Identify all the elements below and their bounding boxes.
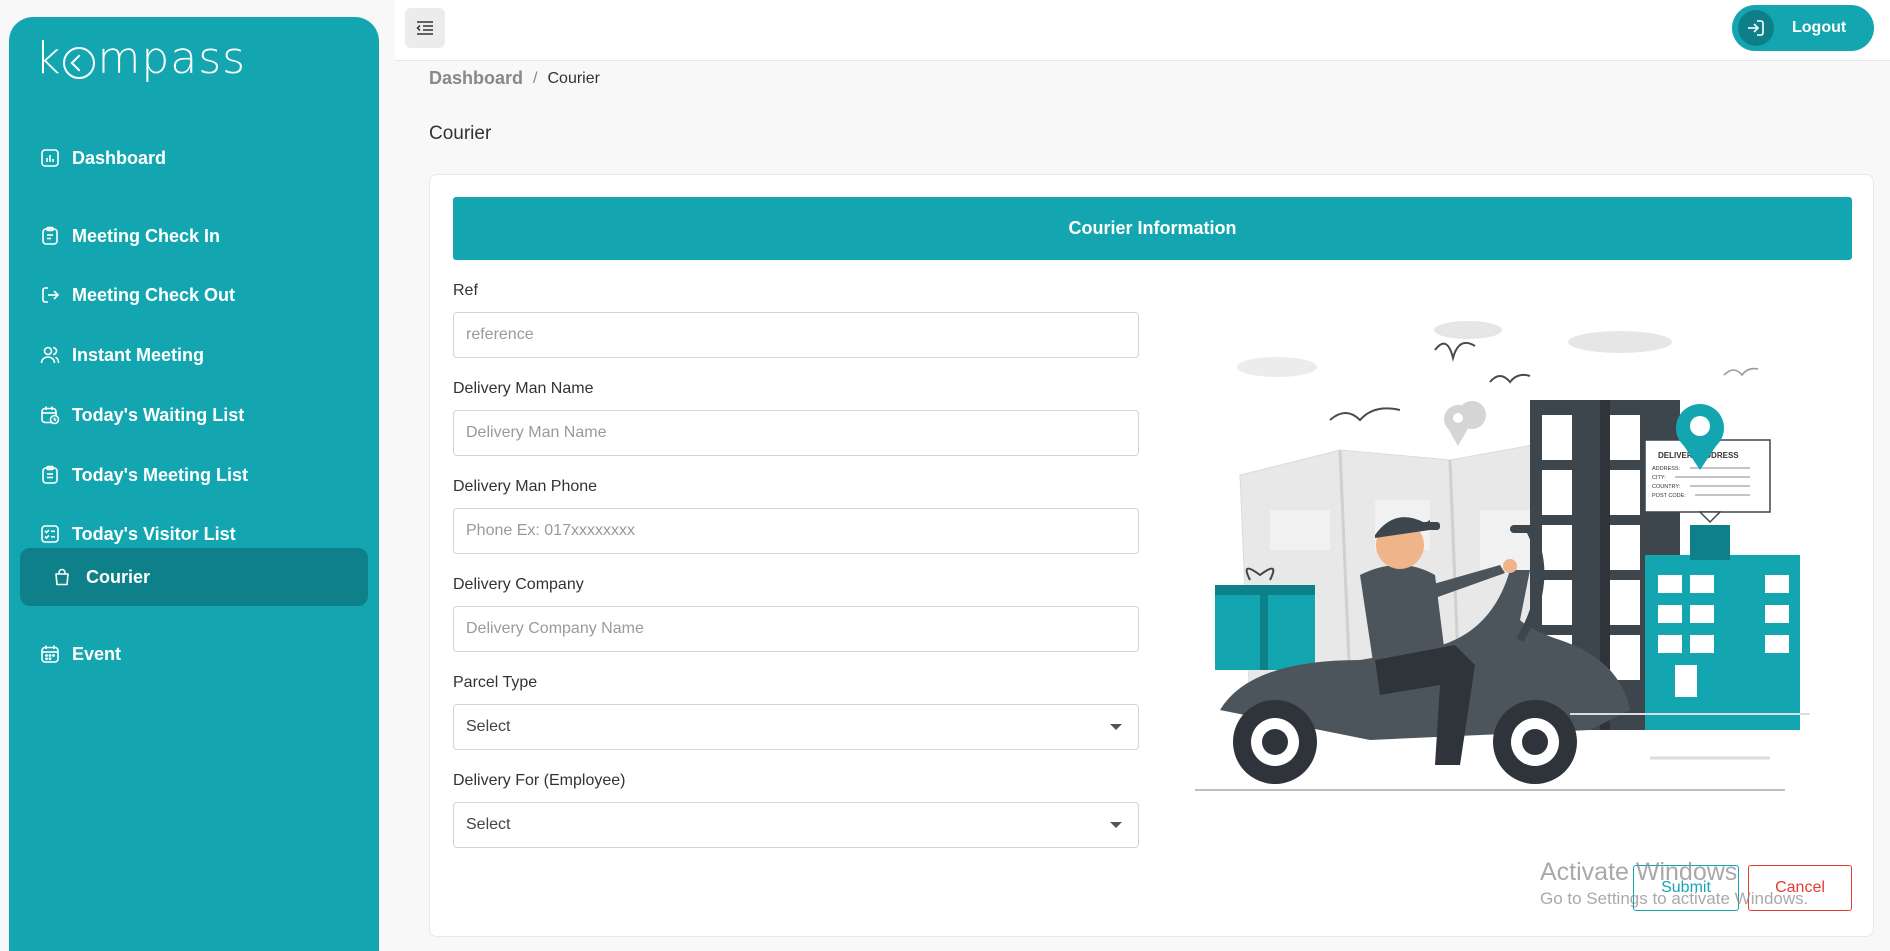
sidebar-item-label: Courier — [86, 566, 151, 587]
delivery-man-name-input[interactable] — [453, 410, 1139, 456]
chevron-down-icon — [1110, 724, 1122, 730]
delivery-man-phone-label: Delivery Man Phone — [453, 478, 598, 495]
delivery-for-select[interactable]: Select — [453, 802, 1139, 848]
courier-form-card: Courier Information Ref Delivery Man Nam… — [429, 174, 1874, 937]
logo-text-left: k — [35, 33, 62, 84]
ref-input[interactable] — [453, 312, 1139, 358]
sidebar-item-label: Instant Meeting — [72, 344, 205, 365]
sidebar-item-todays-meeting-list[interactable]: Today's Meeting List — [20, 446, 368, 504]
login-arrow-icon — [1738, 10, 1774, 46]
sidebar-item-meeting-check-in[interactable]: Meeting Check In — [20, 207, 368, 265]
courier-info-header: Courier Information — [453, 197, 1852, 260]
delivery-man-name-label: Delivery Man Name — [453, 380, 594, 397]
app-logo[interactable]: k mpass — [35, 33, 246, 84]
logout-button[interactable]: Logout — [1732, 5, 1874, 51]
page-title: Courier — [429, 123, 492, 144]
parcel-type-label: Parcel Type — [453, 674, 538, 691]
sidebar-item-label: Today's Visitor List — [72, 523, 236, 544]
indent-menu-icon — [416, 21, 433, 35]
sidebar-item-label: Today's Waiting List — [72, 404, 245, 425]
delivery-for-value: Select — [466, 816, 511, 833]
checklist-icon — [40, 524, 60, 544]
sidebar-item-label: Event — [72, 643, 122, 664]
sidebar-item-instant-meeting[interactable]: Instant Meeting — [20, 326, 368, 384]
parcel-type-value: Select — [466, 718, 511, 735]
users-icon — [40, 345, 60, 365]
sidebar-item-label: Meeting Check Out — [72, 284, 236, 305]
top-bar: Logout — [395, 0, 1890, 61]
delivery-for-label: Delivery For (Employee) — [453, 772, 626, 789]
logout-label: Logout — [1792, 19, 1847, 36]
sidebar-item-label: Today's Meeting List — [72, 464, 248, 485]
delivery-card-line: POST CODE: — [1652, 493, 1686, 499]
logo-text-right: mpass — [97, 33, 247, 84]
sidebar-item-dashboard[interactable]: Dashboard — [20, 129, 368, 187]
breadcrumb-separator: / — [533, 69, 538, 87]
sidebar: k mpass Dashboard Meeting Check In Meeti… — [9, 17, 379, 951]
sidebar-item-courier[interactable]: Courier — [20, 548, 368, 606]
breadcrumb: Dashboard / Courier — [429, 68, 600, 89]
menu-toggle-button[interactable] — [405, 8, 445, 48]
chart-icon — [40, 148, 60, 168]
ref-label: Ref — [453, 282, 478, 299]
delivery-card-line: CITY: — [1652, 475, 1666, 481]
calendar-icon — [40, 644, 60, 664]
delivery-card-line: ADDRESS: — [1652, 466, 1681, 472]
sidebar-item-todays-waiting-list[interactable]: Today's Waiting List — [20, 386, 368, 444]
sidebar-item-label: Dashboard — [72, 147, 167, 168]
delivery-company-input[interactable] — [453, 606, 1139, 652]
logo-compass-icon — [63, 46, 96, 79]
sidebar-item-label: Meeting Check In — [72, 225, 221, 246]
clipboard-list-icon — [40, 465, 60, 485]
breadcrumb-dashboard-link[interactable]: Dashboard — [429, 68, 523, 89]
submit-button[interactable]: Submit — [1633, 865, 1739, 911]
delivery-company-label: Delivery Company — [453, 576, 584, 593]
delivery-man-phone-input[interactable] — [453, 508, 1139, 554]
sidebar-item-event[interactable]: Event — [20, 625, 368, 683]
parcel-type-select[interactable]: Select — [453, 704, 1139, 750]
cancel-button[interactable]: Cancel — [1748, 865, 1852, 911]
chevron-down-icon — [1110, 822, 1122, 828]
sidebar-item-meeting-check-out[interactable]: Meeting Check Out — [20, 266, 368, 324]
calendar-clock-icon — [40, 405, 60, 425]
bag-icon — [52, 567, 72, 587]
courier-delivery-illustration: DELIVERY ADDRESS ADDRESS: CITY: COUNTRY:… — [1195, 321, 1810, 791]
logout-arrow-icon — [40, 285, 60, 305]
clipboard-icon — [40, 226, 60, 246]
delivery-card-line: COUNTRY: — [1652, 484, 1681, 490]
breadcrumb-current: Courier — [547, 69, 600, 87]
